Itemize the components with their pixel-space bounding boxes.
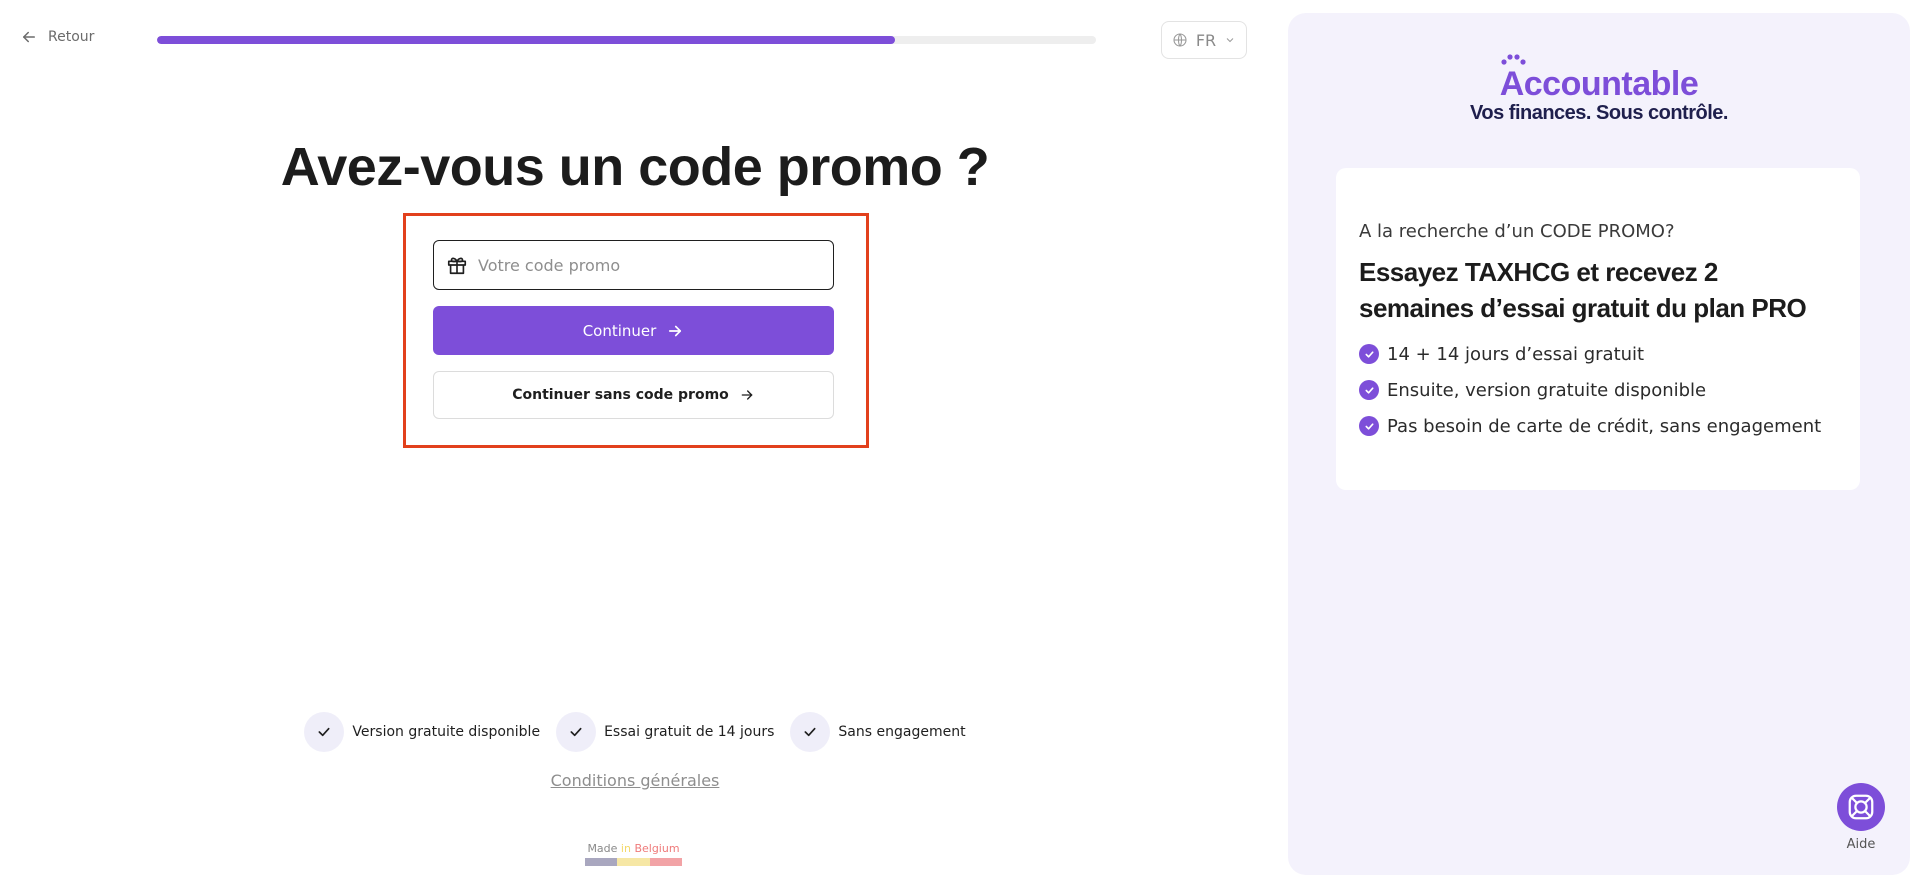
help-button[interactable]	[1837, 783, 1885, 831]
check-icon	[318, 727, 330, 737]
back-label: Retour	[48, 29, 95, 45]
check-badge	[1359, 416, 1379, 436]
progress-bar	[157, 36, 1096, 44]
country-word: Belgium	[634, 842, 680, 855]
benefit-item: 14 + 14 jours d’essai gratuit	[1359, 336, 1837, 372]
benefit-label: Pas besoin de carte de crédit, sans enga…	[1387, 415, 1822, 437]
gift-icon	[447, 257, 467, 275]
flag-stripe	[617, 858, 650, 866]
chevron-down-icon	[1226, 38, 1234, 43]
back-button[interactable]: Retour	[20, 28, 94, 46]
continue-label: Continuer	[582, 321, 657, 340]
check-icon	[1364, 386, 1374, 394]
promo-card: A la recherche d’un CODE PROMO? Essayez …	[1336, 168, 1860, 490]
arrow-right-icon	[669, 325, 682, 336]
terms-link[interactable]: Conditions générales	[551, 771, 720, 790]
brand-name: Accountable	[1499, 54, 1699, 104]
made-in-belgium: Made in Belgium	[585, 842, 682, 855]
flag-stripe	[649, 858, 682, 866]
feature-label: Essai gratuit de 14 jours	[604, 724, 775, 740]
arrow-left-icon	[23, 31, 35, 43]
onboarding-main: Retour FR Avez-vous un code promo ? Cont…	[0, 0, 1270, 882]
progress-fill	[157, 36, 896, 44]
check-icon	[1364, 350, 1374, 358]
promo-code-input[interactable]	[478, 255, 818, 275]
check-icon	[570, 727, 582, 737]
check-badge	[304, 712, 345, 752]
brand-name-text: Accountable	[1499, 65, 1699, 103]
globe-icon	[1173, 33, 1187, 47]
arrow-right-icon	[741, 390, 753, 400]
continue-without-promo-button[interactable]: Continuer sans code promo	[433, 371, 834, 419]
promo-headline: Essayez TAXHCG et recevez 2 semaines d’e…	[1359, 257, 1807, 323]
feature-list: Version gratuite disponible Essai gratui…	[0, 712, 1270, 752]
check-icon	[1364, 422, 1374, 430]
page-title: Avez-vous un code promo ?	[280, 137, 990, 197]
brand-logo: Accountable Vos finances. Sous contrôle.	[1288, 54, 1910, 125]
terms-row: Conditions générales	[0, 771, 1270, 790]
belgium-flag	[585, 858, 682, 866]
in-word: in	[620, 842, 631, 855]
feature-item: Sans engagement	[790, 712, 966, 752]
benefit-label: Ensuite, version gratuite disponible	[1387, 379, 1707, 401]
promo-benefits: 14 + 14 jours d’essai gratuit Ensuite, v…	[1359, 336, 1837, 444]
language-value: FR	[1195, 30, 1217, 50]
lifebuoy-icon	[1848, 794, 1874, 820]
promo-code-field[interactable]	[433, 240, 834, 290]
flag-stripe	[585, 858, 618, 866]
benefit-label: 14 + 14 jours d’essai gratuit	[1387, 343, 1645, 365]
help-label: Aide	[1846, 837, 1876, 852]
help-widget[interactable]: Aide	[1837, 783, 1885, 852]
feature-label: Sans engagement	[838, 724, 966, 740]
feature-item: Essai gratuit de 14 jours	[556, 712, 774, 752]
skip-label: Continuer sans code promo	[512, 387, 729, 403]
language-selector[interactable]: FR	[1161, 21, 1247, 59]
benefit-item: Ensuite, version gratuite disponible	[1359, 372, 1837, 408]
paw-icon	[1501, 54, 1526, 65]
feature-label: Version gratuite disponible	[352, 724, 541, 740]
check-badge	[556, 712, 597, 752]
check-badge	[1359, 380, 1379, 400]
continue-button[interactable]: Continuer	[433, 306, 834, 355]
promo-kicker: A la recherche d’un CODE PROMO?	[1359, 221, 1675, 242]
check-icon	[804, 727, 816, 737]
check-badge	[790, 712, 831, 752]
brand-tagline: Vos finances. Sous contrôle.	[1470, 102, 1728, 124]
feature-item: Version gratuite disponible	[304, 712, 540, 752]
made-word: Made	[587, 842, 618, 855]
benefit-item: Pas besoin de carte de crédit, sans enga…	[1359, 408, 1837, 444]
check-badge	[1359, 344, 1379, 364]
promo-side-panel: Accountable Vos finances. Sous contrôle.…	[1288, 13, 1910, 875]
